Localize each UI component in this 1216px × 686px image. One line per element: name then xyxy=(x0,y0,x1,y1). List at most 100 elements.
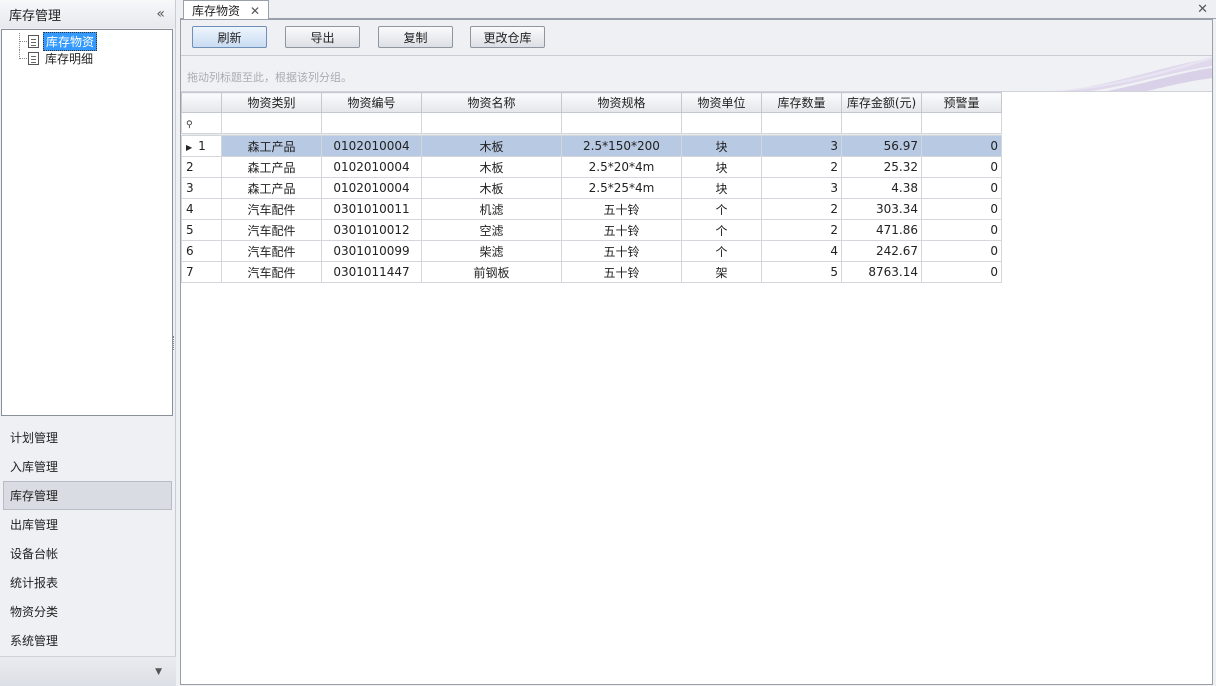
cell-qty[interactable]: 2 xyxy=(761,156,842,178)
nav-item-plan[interactable]: 计划管理 xyxy=(0,423,176,452)
column-header[interactable]: 预警量 xyxy=(921,92,1002,113)
cell-qty[interactable]: 2 xyxy=(761,219,842,241)
cell-code[interactable]: 0301010099 xyxy=(321,240,422,262)
chevron-down-icon[interactable]: ▼ xyxy=(155,667,162,677)
table-row[interactable]: 5 汽车配件 0301010012 空滤 五十铃个 2 471.86 0 xyxy=(181,219,1002,241)
filter-cell[interactable] xyxy=(221,112,322,134)
table-row[interactable]: ▶ 1 森工产品 0102010004 木板 2.5*150*200 块 3 56.97 0 xyxy=(181,135,1002,157)
copy-button[interactable]: 复制 xyxy=(378,26,453,48)
cell-unit[interactable]: 个 xyxy=(681,240,762,262)
collapse-panel-icon[interactable]: « xyxy=(156,6,165,22)
cell-category[interactable]: 森工产品 xyxy=(221,135,322,157)
cell-warn[interactable]: 0 xyxy=(921,219,1002,241)
nav-item-inbound[interactable]: 入库管理 xyxy=(0,452,176,481)
cell-unit[interactable]: 个 xyxy=(681,219,762,241)
cell-name[interactable]: 木板 xyxy=(421,135,562,157)
cell-category[interactable]: 汽车配件 xyxy=(221,198,322,220)
row-number-cell[interactable]: 5 xyxy=(181,219,222,241)
row-number-cell[interactable]: 4 xyxy=(181,198,222,220)
tab-stock-items[interactable]: 库存物资 ✕ xyxy=(183,0,270,20)
cell-qty[interactable]: 3 xyxy=(761,177,842,199)
column-header[interactable]: 库存数量 xyxy=(761,92,842,113)
cell-spec[interactable]: 2.5*150*200 xyxy=(561,135,682,157)
cell-amount[interactable]: 303.34 xyxy=(841,198,922,220)
nav-item-outbound[interactable]: 出库管理 xyxy=(0,510,176,539)
cell-qty[interactable]: 5 xyxy=(761,261,842,283)
cell-spec[interactable]: 2.5*20*4m xyxy=(561,156,682,178)
cell-warn[interactable]: 0 xyxy=(921,177,1002,199)
nav-item-equipment-ledger[interactable]: 设备台帐 xyxy=(0,539,176,568)
filter-cell[interactable] xyxy=(921,112,1002,134)
column-header[interactable]: 物资编号 xyxy=(321,92,422,113)
close-icon[interactable]: ✕ xyxy=(1197,2,1208,17)
cell-category[interactable]: 汽车配件 xyxy=(221,219,322,241)
column-header[interactable]: 物资规格 xyxy=(561,92,682,113)
cell-name[interactable]: 木板 xyxy=(421,156,562,178)
tree-node-stock-details[interactable]: 库存明细 xyxy=(2,50,172,67)
cell-unit[interactable]: 块 xyxy=(681,135,762,157)
row-number-cell[interactable]: 7 xyxy=(181,261,222,283)
cell-amount[interactable]: 8763.14 xyxy=(841,261,922,283)
cell-amount[interactable]: 4.38 xyxy=(841,177,922,199)
row-number-cell[interactable]: 3 xyxy=(181,177,222,199)
cell-qty[interactable]: 4 xyxy=(761,240,842,262)
row-number-cell[interactable]: ▶ 1 xyxy=(181,135,222,157)
filter-cell[interactable] xyxy=(761,112,842,134)
table-row[interactable]: 2 森工产品 0102010004 木板 2.5*20*4m 块 2 25.32 0 xyxy=(181,156,1002,178)
filter-cell[interactable] xyxy=(841,112,922,134)
table-row[interactable]: 3 森工产品 0102010004 木板 2.5*25*4m 块 3 4.38 0 xyxy=(181,177,1002,199)
cell-warn[interactable]: 0 xyxy=(921,240,1002,262)
table-row[interactable]: 6 汽车配件 0301010099 柴滤 五十铃个 4 242.67 0 xyxy=(181,240,1002,262)
splitter-handle[interactable] xyxy=(173,336,176,350)
cell-amount[interactable]: 56.97 xyxy=(841,135,922,157)
change-warehouse-button[interactable]: 更改仓库 xyxy=(470,26,545,48)
cell-code[interactable]: 0301011447 xyxy=(321,261,422,283)
table-row[interactable]: 4 汽车配件 0301010011 机滤 五十铃个 2 303.34 0 xyxy=(181,198,1002,220)
cell-name[interactable]: 柴滤 xyxy=(421,240,562,262)
row-number-cell[interactable]: 6 xyxy=(181,240,222,262)
cell-amount[interactable]: 25.32 xyxy=(841,156,922,178)
cell-code[interactable]: 0102010004 xyxy=(321,156,422,178)
nav-item-inventory[interactable]: 库存管理 xyxy=(3,481,172,510)
cell-amount[interactable]: 242.67 xyxy=(841,240,922,262)
cell-unit[interactable]: 架 xyxy=(681,261,762,283)
column-header[interactable]: 物资单位 xyxy=(681,92,762,113)
cell-spec[interactable]: 五十铃 xyxy=(561,198,682,220)
cell-category[interactable]: 森工产品 xyxy=(221,177,322,199)
row-number-cell[interactable]: 2 xyxy=(181,156,222,178)
cell-warn[interactable]: 0 xyxy=(921,135,1002,157)
filter-cell[interactable] xyxy=(561,112,682,134)
cell-code[interactable]: 0301010011 xyxy=(321,198,422,220)
cell-name[interactable]: 木板 xyxy=(421,177,562,199)
cell-qty[interactable]: 2 xyxy=(761,198,842,220)
filter-cell[interactable] xyxy=(321,112,422,134)
tree-node-stock-items[interactable]: 库存物资 xyxy=(2,32,172,51)
column-header[interactable]: 物资类别 xyxy=(221,92,322,113)
cell-unit[interactable]: 块 xyxy=(681,177,762,199)
cell-name[interactable]: 机滤 xyxy=(421,198,562,220)
cell-category[interactable]: 汽车配件 xyxy=(221,240,322,262)
cell-spec[interactable]: 2.5*25*4m xyxy=(561,177,682,199)
cell-qty[interactable]: 3 xyxy=(761,135,842,157)
cell-category[interactable]: 森工产品 xyxy=(221,156,322,178)
column-header[interactable]: 物资名称 xyxy=(421,92,562,113)
cell-unit[interactable]: 个 xyxy=(681,198,762,220)
filter-cell[interactable] xyxy=(681,112,762,134)
cell-warn[interactable]: 0 xyxy=(921,261,1002,283)
cell-code[interactable]: 0102010004 xyxy=(321,177,422,199)
cell-amount[interactable]: 471.86 xyxy=(841,219,922,241)
filter-cell[interactable] xyxy=(421,112,562,134)
cell-code[interactable]: 0102010004 xyxy=(321,135,422,157)
cell-name[interactable]: 空滤 xyxy=(421,219,562,241)
cell-spec[interactable]: 五十铃 xyxy=(561,240,682,262)
cell-code[interactable]: 0301010012 xyxy=(321,219,422,241)
cell-warn[interactable]: 0 xyxy=(921,156,1002,178)
nav-item-system[interactable]: 系统管理 xyxy=(0,626,176,655)
nav-item-reports[interactable]: 统计报表 xyxy=(0,568,176,597)
nav-item-categories[interactable]: 物资分类 xyxy=(0,597,176,626)
cell-spec[interactable]: 五十铃 xyxy=(561,261,682,283)
cell-spec[interactable]: 五十铃 xyxy=(561,219,682,241)
cell-warn[interactable]: 0 xyxy=(921,198,1002,220)
export-button[interactable]: 导出 xyxy=(285,26,360,48)
group-by-panel[interactable]: 拖动列标题至此，根据该列分组。 xyxy=(181,56,1212,92)
